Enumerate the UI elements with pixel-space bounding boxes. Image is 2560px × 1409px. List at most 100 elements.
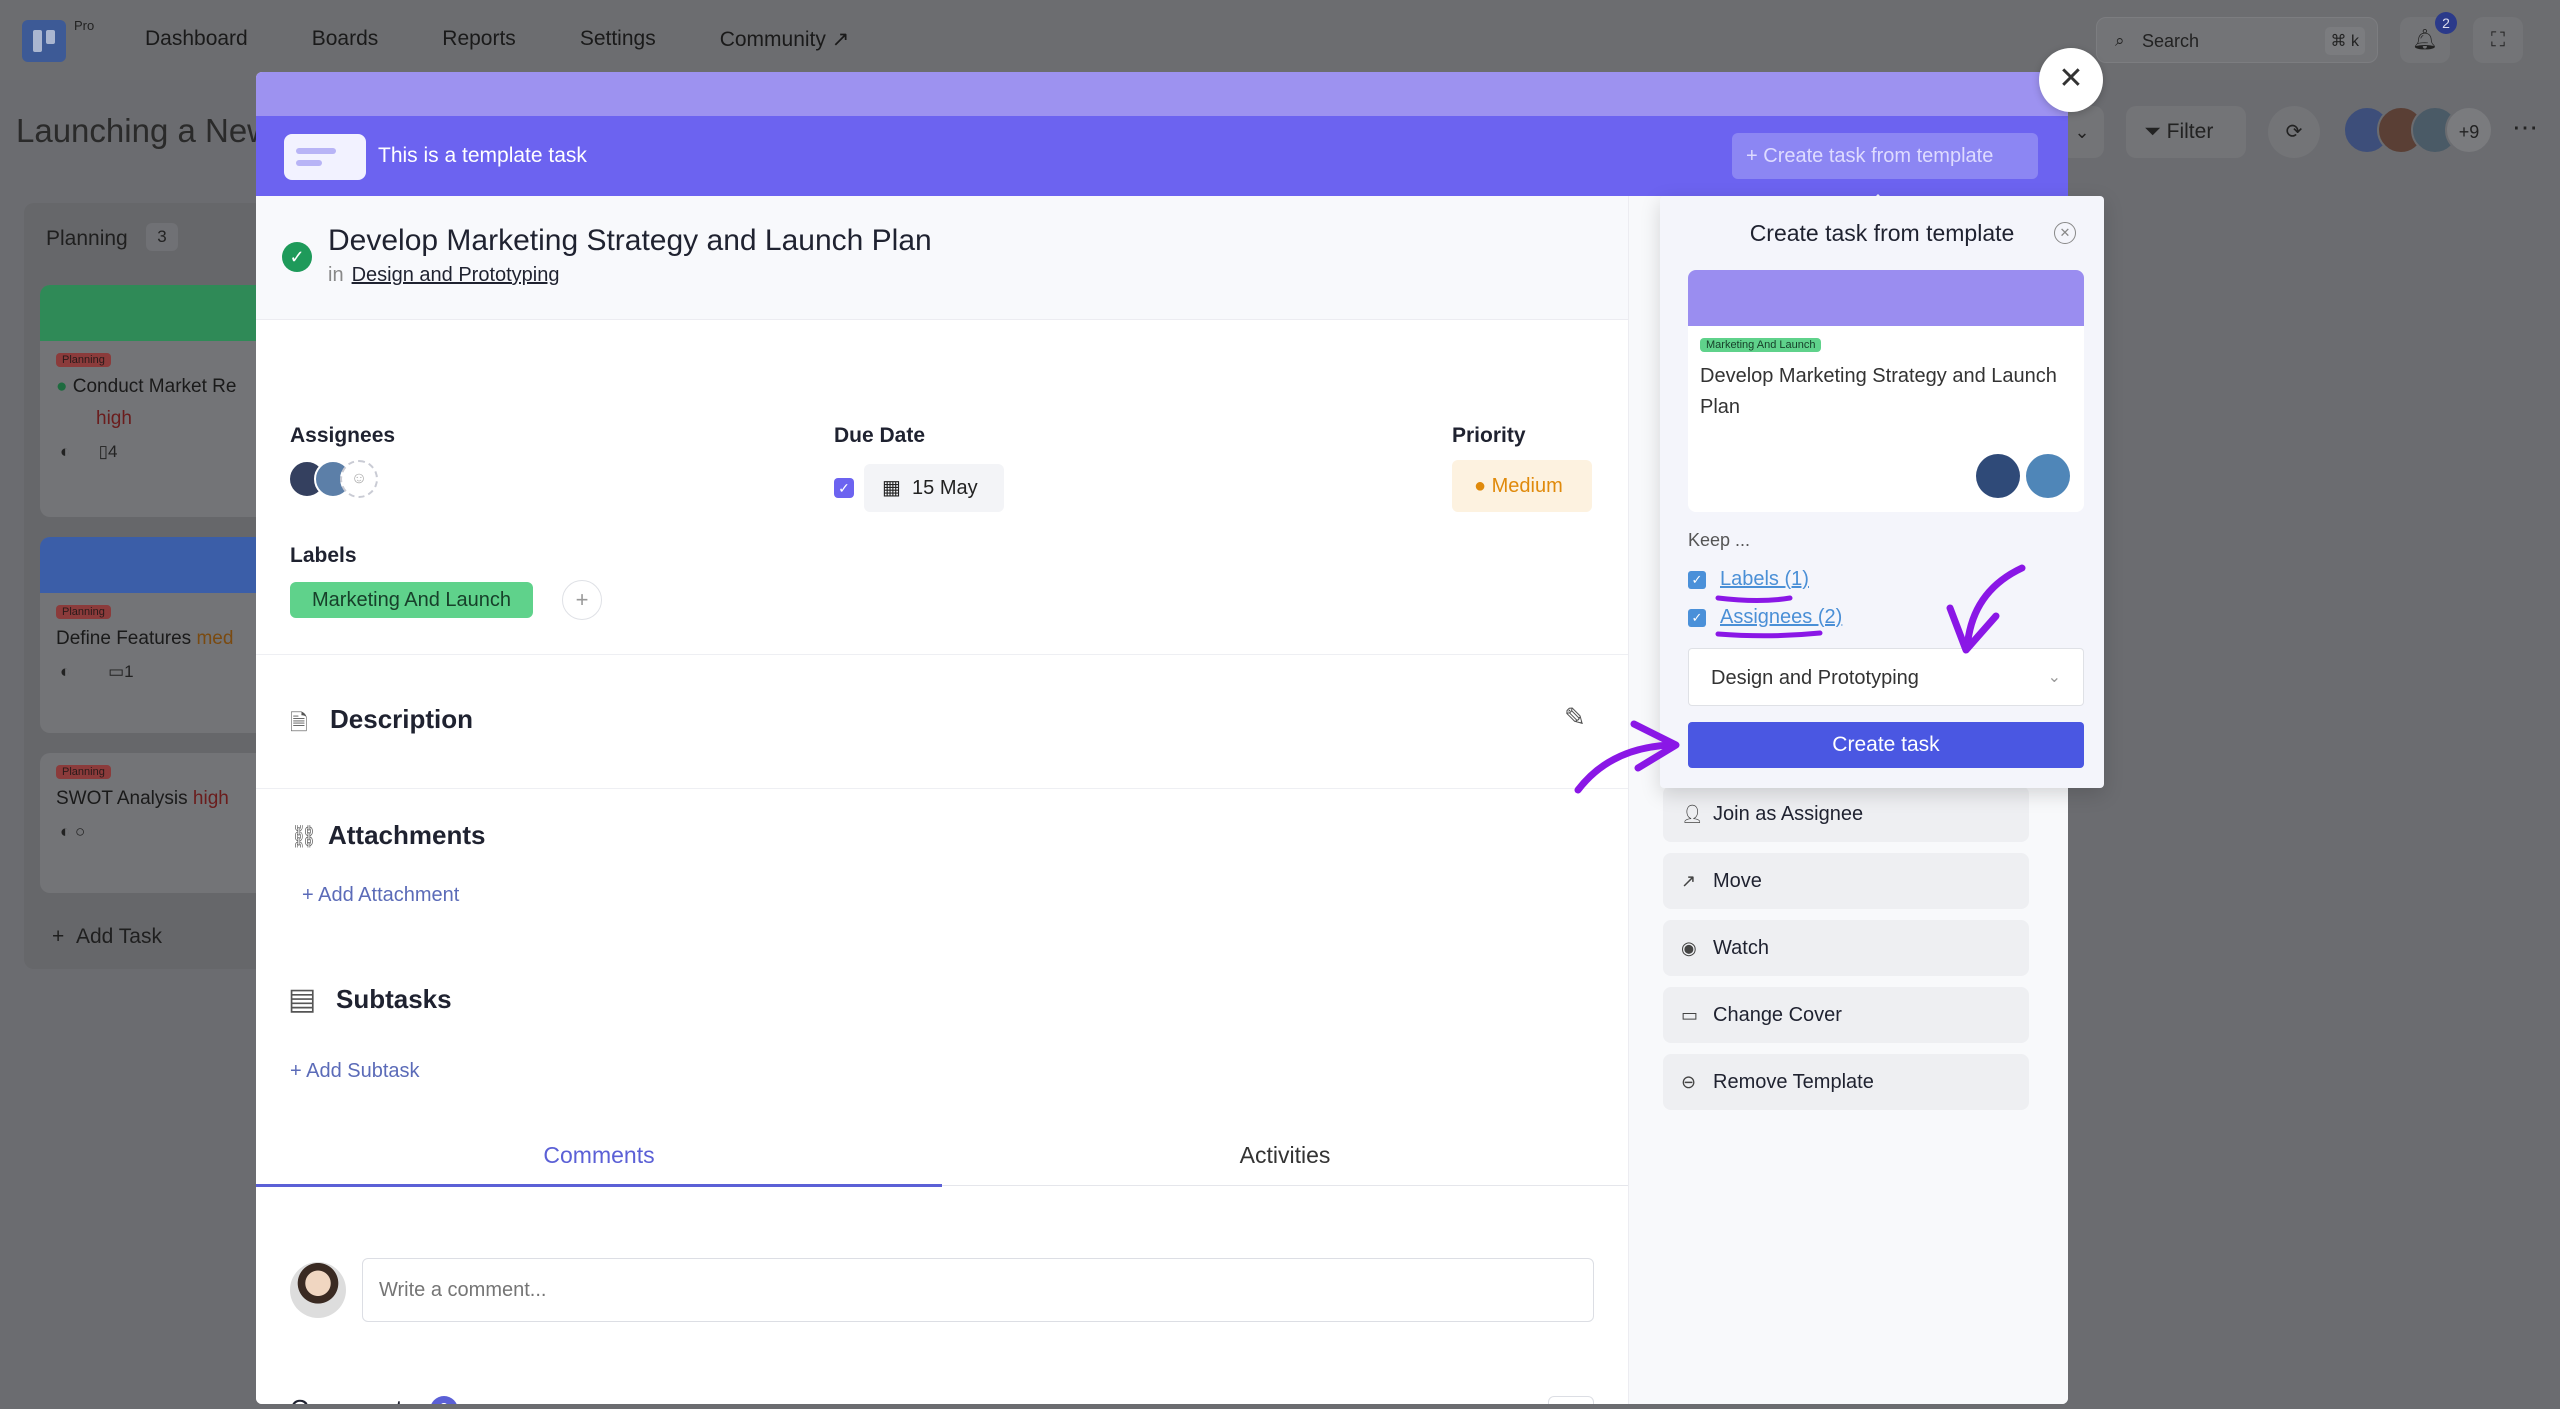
template-icon xyxy=(284,134,366,180)
preview-label-chip: Marketing And Launch xyxy=(1700,338,1822,352)
plus-icon: + xyxy=(302,884,319,906)
plus-icon: + xyxy=(290,1060,307,1082)
add-attachment-button[interactable]: + Add Attachment xyxy=(302,884,459,907)
keep-assignees-link[interactable]: Assignees (2) xyxy=(1720,606,1842,628)
move-button[interactable]: ↗ Move xyxy=(1663,853,2029,909)
task-cover xyxy=(256,72,2068,116)
nav-reports[interactable]: Reports xyxy=(442,27,516,52)
fullscreen-icon[interactable]: ⛶ xyxy=(2473,17,2523,63)
task-card[interactable]: Planning ● Conduct Market Re high ◐ ▯4 xyxy=(40,285,270,517)
card-priority: high xyxy=(192,788,229,809)
chevron-down-icon[interactable]: ⌄ xyxy=(1548,1396,1594,1404)
refresh-icon[interactable]: ⟳ xyxy=(2268,106,2320,158)
create-task-button[interactable]: Create task xyxy=(1688,722,2084,768)
add-task-button[interactable]: + Add Task xyxy=(52,925,162,949)
change-cover-label: Change Cover xyxy=(1713,1004,1842,1026)
keep-assignees-checkbox[interactable]: ✓ xyxy=(1688,608,1706,627)
task-card[interactable]: Planning SWOT Analysis high ◐ ○ xyxy=(40,753,270,893)
check-icon: ● xyxy=(56,376,73,397)
change-cover-button[interactable]: ▭ Change Cover xyxy=(1663,987,2029,1043)
nav-boards[interactable]: Boards xyxy=(312,27,379,52)
checklist-icon: ▯ xyxy=(98,442,108,461)
join-as-assignee-label: Join as Assignee xyxy=(1713,803,1864,825)
card-title: ● Conduct Market Re xyxy=(56,376,270,398)
plus-icon: + xyxy=(1746,145,1764,167)
create-from-template-label: Create task from template xyxy=(1763,145,1994,167)
card-priority: med xyxy=(196,628,234,649)
card-meta-count: 1 xyxy=(124,662,134,681)
brand-badge: Pro xyxy=(74,18,95,33)
card-meta: ◐ ▯4 xyxy=(60,442,270,462)
keep-labels-link[interactable]: Labels (1) xyxy=(1720,568,1809,590)
preview-title: Develop Marketing Strategy and Launch Pl… xyxy=(1700,365,2057,418)
remove-template-button[interactable]: ⊖ Remove Template xyxy=(1663,1054,2029,1110)
due-date-checkbox[interactable]: ✓ xyxy=(834,478,854,498)
avatar xyxy=(1976,454,2020,498)
add-label-icon[interactable]: + xyxy=(562,580,602,620)
chevron-down-icon: ⌄ xyxy=(2047,669,2061,686)
due-date-value: 15 May xyxy=(912,477,978,499)
move-label: Move xyxy=(1713,870,1762,892)
column-count: 3 xyxy=(146,223,178,251)
search-label: Search xyxy=(2142,31,2200,51)
description-title: Description xyxy=(330,704,474,734)
card-title-text: Define Features xyxy=(56,628,192,649)
priority-value: Medium xyxy=(1491,475,1563,497)
search-icon: ⌕ xyxy=(2115,31,2125,50)
card-title: SWOT Analysis high xyxy=(56,788,270,810)
top-nav: Pro Dashboard Boards Reports Settings Co… xyxy=(0,0,2560,80)
card-cover xyxy=(40,537,270,593)
nav-menu: Dashboard Boards Reports Settings Commun… xyxy=(145,27,913,52)
filter-button[interactable]: ⏷ Filter xyxy=(2126,106,2246,158)
card-meta: ◐ ○ xyxy=(60,822,270,842)
arrow-up-right-icon: ↗ xyxy=(1681,871,1697,891)
comment-icon: ▭ xyxy=(108,662,125,681)
popover-title: Create task from template xyxy=(1749,220,2015,246)
card-meta: ◐ ▭1 xyxy=(60,662,270,682)
priority-select[interactable]: ● Medium xyxy=(1452,460,1592,512)
avatar xyxy=(2026,454,2070,498)
create-from-template-button[interactable]: + Create task from template xyxy=(1732,133,2038,179)
completed-check-icon[interactable]: ✓ xyxy=(282,242,312,272)
description-icon: 🗎︎ xyxy=(290,710,308,735)
due-date-label: Due Date xyxy=(834,424,926,447)
nav-dashboard[interactable]: Dashboard xyxy=(145,27,248,52)
close-icon[interactable]: ✕ xyxy=(2054,222,2076,244)
keep-labels-checkbox[interactable]: ✓ xyxy=(1688,570,1706,589)
eye-icon: ◉ xyxy=(1681,938,1697,958)
labels-label: Labels xyxy=(290,544,357,567)
card-priority: high xyxy=(96,408,132,429)
nav-settings[interactable]: Settings xyxy=(580,27,656,52)
watch-button[interactable]: ◉ Watch xyxy=(1663,920,2029,976)
join-as-assignee-button[interactable]: 👤︎ Join as Assignee xyxy=(1663,786,2029,842)
keep-assignees-option[interactable]: ✓ Assignees (2) xyxy=(1688,606,1842,629)
tab-comments[interactable]: Comments xyxy=(256,1142,942,1169)
task-card[interactable]: Planning Define Features med ◐ ▭1 xyxy=(40,537,270,733)
preview-cover xyxy=(1688,270,2084,326)
add-assignee-icon[interactable]: ☺ xyxy=(340,460,378,498)
list-select[interactable]: Design and Prototyping ⌄ xyxy=(1688,648,2084,706)
list-link[interactable]: Design and Prototyping xyxy=(352,264,560,286)
assignees-label: Assignees xyxy=(290,424,396,447)
board-members[interactable]: +9 xyxy=(2343,106,2493,158)
filter-icon: ⏷ xyxy=(2144,120,2167,143)
tab-activities[interactable]: Activities xyxy=(942,1142,1628,1169)
card-title-text: Conduct Market Re xyxy=(72,376,237,397)
global-search[interactable]: ⌕ Search ⌘ k xyxy=(2096,17,2378,63)
add-subtask-button[interactable]: + Add Subtask xyxy=(290,1060,420,1083)
edit-icon[interactable]: ✎ xyxy=(1564,702,1586,733)
close-icon[interactable]: ✕ xyxy=(2039,48,2103,112)
comment-input[interactable] xyxy=(362,1258,1594,1322)
create-from-template-popover: Create task from template ✕ Marketing An… xyxy=(1660,196,2104,788)
more-icon[interactable]: ⋯ xyxy=(2512,112,2538,143)
assignees-list[interactable]: ☺ xyxy=(288,460,378,498)
keep-labels-option[interactable]: ✓ Labels (1) xyxy=(1688,568,1809,591)
task-title[interactable]: Develop Marketing Strategy and Launch Pl… xyxy=(328,224,932,258)
template-preview-card: Marketing And Launch Develop Marketing S… xyxy=(1688,270,2084,512)
app-logo[interactable] xyxy=(22,20,66,62)
due-date-picker[interactable]: ▦ 15 May xyxy=(864,464,1004,512)
nav-community[interactable]: Community ↗ xyxy=(720,27,850,52)
avatar: ◐ ○ xyxy=(60,822,86,841)
card-tag: Planning xyxy=(56,353,111,367)
label-chip[interactable]: Marketing And Launch xyxy=(290,582,534,618)
